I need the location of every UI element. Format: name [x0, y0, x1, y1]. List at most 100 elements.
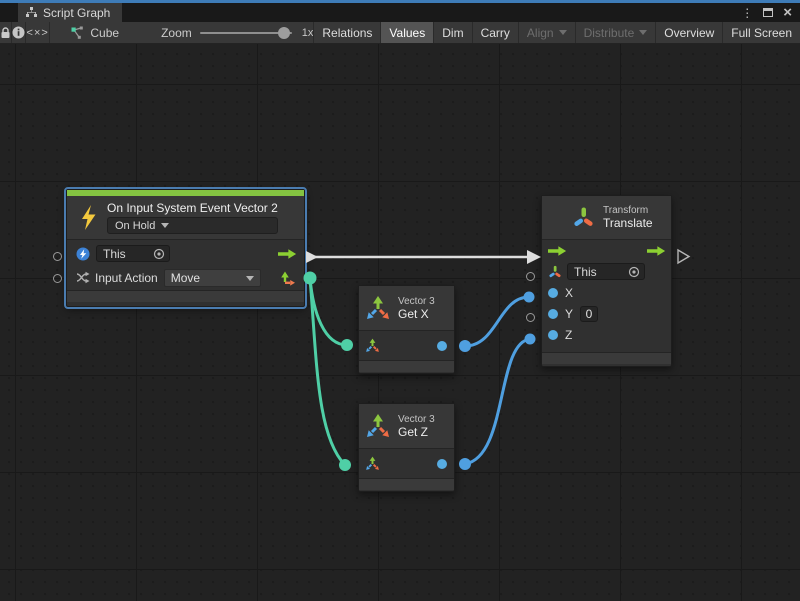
info-button[interactable] — [12, 22, 26, 43]
node-vector3-get-z[interactable]: Vector 3 Get Z — [358, 403, 455, 492]
event-node-header[interactable]: On Input System Event Vector 2 On Hold — [67, 196, 304, 239]
lightning-bolt-icon — [80, 205, 97, 230]
wire-getz-to-translate-z — [465, 339, 530, 464]
overview-button[interactable]: Overview — [656, 22, 723, 43]
node-vector3-get-x[interactable]: Vector 3 Get X — [358, 285, 455, 374]
vector3-icon — [365, 295, 391, 321]
getx-node-titles: Vector 3 Get X — [398, 296, 435, 321]
translate-this-field[interactable]: This — [567, 263, 645, 280]
vector2-output-port[interactable] — [280, 270, 296, 286]
code-preview-button[interactable]: <×> — [26, 22, 50, 43]
self-icon — [75, 247, 90, 261]
relations-button[interactable]: Relations — [314, 22, 381, 43]
node-type-label: Vector 3 — [398, 414, 435, 425]
z-output-port[interactable] — [437, 459, 447, 469]
graph-asset[interactable]: Cube — [50, 22, 133, 43]
carry-button[interactable]: Carry — [473, 22, 519, 43]
chevron-down-icon — [246, 276, 254, 281]
script-graph-window: Script Graph ⋮ × <×> Cube Zoom — [0, 0, 800, 601]
info-icon — [12, 26, 25, 39]
translate-z-row: Z — [542, 324, 671, 345]
y-input-port[interactable] — [548, 309, 558, 319]
wire-vector2-to-getx — [310, 278, 347, 345]
event-action-input-port[interactable] — [53, 274, 62, 283]
wire-getx-to-translate-x — [465, 297, 529, 346]
chevron-down-icon — [639, 30, 647, 35]
flow-output-port[interactable] — [278, 248, 297, 260]
event-node-footer — [67, 290, 304, 302]
node-title: On Input System Event Vector 2 — [107, 201, 278, 215]
zoom-label: Zoom — [161, 26, 192, 40]
flow-continuation-icon[interactable] — [676, 248, 692, 270]
getz-node-titles: Vector 3 Get Z — [398, 414, 435, 439]
distribute-button[interactable]: Distribute — [576, 22, 657, 43]
node-title: Translate — [603, 216, 653, 230]
target-icon[interactable] — [153, 248, 165, 260]
transform-mini-icon — [548, 265, 562, 279]
translate-this-input-port[interactable] — [526, 272, 535, 281]
graph-asset-label: Cube — [90, 26, 119, 40]
getx-node-body — [359, 330, 454, 360]
vector3-input-port[interactable] — [365, 456, 380, 471]
translate-node-header[interactable]: Transform Translate — [542, 196, 671, 239]
tab-label: Script Graph — [43, 6, 110, 20]
transform-icon — [572, 206, 595, 229]
vector3-input-port[interactable] — [365, 338, 380, 353]
getx-node-header[interactable]: Vector 3 Get X — [359, 286, 454, 330]
event-node-titles: On Input System Event Vector 2 On Hold — [107, 201, 278, 234]
port-label-y: Y — [565, 307, 573, 321]
translate-node-footer — [542, 352, 671, 364]
zoom-value: 1x — [302, 27, 314, 39]
node-on-input-system-event[interactable]: On Input System Event Vector 2 On Hold T… — [66, 189, 305, 307]
zoom-control: Zoom 1x — [133, 26, 313, 40]
lock-button[interactable] — [0, 22, 12, 43]
translate-x-row: X — [542, 282, 671, 303]
x-output-port[interactable] — [437, 341, 447, 351]
input-action-label: Input Action — [95, 271, 158, 285]
translate-node-titles: Transform Translate — [603, 205, 653, 230]
dim-button[interactable]: Dim — [434, 22, 472, 43]
getz-node-header[interactable]: Vector 3 Get Z — [359, 404, 454, 448]
x-input-port[interactable] — [548, 288, 558, 298]
target-icon[interactable] — [628, 266, 640, 278]
graph-toolbar: <×> Cube Zoom 1x Relations Values Dim Ca… — [0, 22, 800, 44]
event-this-input-port[interactable] — [53, 252, 62, 261]
translate-y-row: Y 0 — [542, 303, 671, 324]
teal-wire-endpoints — [304, 272, 354, 472]
menu-icon[interactable]: ⋮ — [741, 7, 753, 19]
align-button[interactable]: Align — [519, 22, 576, 43]
event-input-action-row: Input Action Move — [67, 264, 304, 290]
translate-node-body: This X Y 0 Z — [542, 239, 671, 352]
toolbar-buttons: Relations Values Dim Carry Align Distrib… — [313, 22, 800, 43]
translate-y-input-port[interactable] — [526, 313, 535, 322]
values-button[interactable]: Values — [381, 22, 434, 43]
event-this-field[interactable]: This — [96, 245, 170, 262]
wire-vector2-to-getz — [310, 278, 345, 465]
graph-asset-icon — [70, 26, 84, 40]
flow-input-port[interactable] — [548, 245, 567, 257]
close-icon[interactable]: × — [783, 5, 792, 20]
event-mode-dropdown[interactable]: On Hold — [107, 217, 278, 234]
getz-node-body — [359, 448, 454, 478]
port-label-z: Z — [565, 328, 572, 342]
z-input-port[interactable] — [548, 330, 558, 340]
lock-icon — [0, 27, 11, 39]
node-title: Get Z — [398, 425, 435, 439]
window-controls: ⋮ × — [741, 3, 800, 22]
wire-flow-event-to-translate — [306, 250, 541, 264]
y-value-field[interactable]: 0 — [580, 306, 598, 322]
flow-output-port[interactable] — [647, 245, 666, 257]
blue-wire-endpoints — [459, 292, 536, 471]
tab-bar: Script Graph ⋮ × — [0, 3, 800, 22]
event-this-row: This — [67, 240, 304, 264]
maximize-icon[interactable] — [763, 8, 773, 17]
zoom-slider-handle[interactable] — [278, 27, 290, 39]
tab-script-graph[interactable]: Script Graph — [18, 3, 122, 22]
getx-node-footer — [359, 360, 454, 372]
graph-canvas[interactable]: On Input System Event Vector 2 On Hold T… — [0, 44, 800, 601]
full-screen-button[interactable]: Full Screen — [723, 22, 800, 43]
zoom-slider[interactable] — [200, 32, 292, 34]
event-node-body: This Input Action Move — [67, 239, 304, 290]
input-action-dropdown[interactable]: Move — [164, 269, 261, 287]
node-transform-translate[interactable]: Transform Translate — [541, 195, 672, 367]
